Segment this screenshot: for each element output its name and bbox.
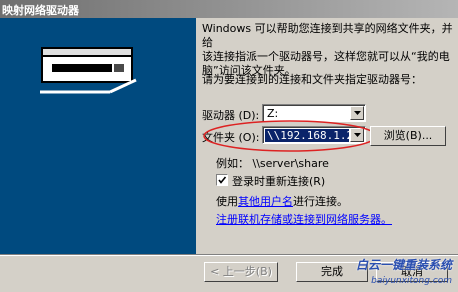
back-button[interactable]: < 上一步(B): [204, 262, 278, 282]
red-highlight-ellipse: [203, 120, 377, 152]
other-user-suffix: 进行连接。: [293, 195, 348, 208]
intro-line-2: 该连接指派一个驱动器号，这样您就可以从“我的电: [202, 50, 450, 63]
instruction-text: 请为要连接到的连接和文件夹指定驱动器号：: [202, 73, 422, 86]
watermark-url: baiyunxitong.com: [371, 276, 452, 286]
network-drive-icon: [40, 47, 137, 94]
title-bar: 映射网络驱动器: [0, 0, 458, 18]
map-network-drive-dialog: 映射网络驱动器 Windows 可以帮助您连接到共享的网络文件夹，并给 该连接指…: [0, 0, 458, 292]
other-user-link[interactable]: 其他用户名: [238, 195, 293, 208]
other-user-prefix: 使用: [216, 195, 238, 208]
window-title: 映射网络驱动器: [2, 4, 79, 17]
intro-description: Windows 可以帮助您连接到共享的网络文件夹，并给 该连接指派一个驱动器号，…: [202, 22, 454, 78]
intro-line-1: Windows 可以帮助您连接到共享的网络文件夹，并给: [202, 22, 453, 49]
watermark-text: 白云一键重装系统: [355, 258, 452, 272]
other-user-row: 使用其他用户名进行连接。: [216, 193, 348, 209]
browse-button[interactable]: 浏览(B)...: [370, 126, 446, 146]
reconnect-label[interactable]: 登录时重新连接(R): [232, 173, 325, 189]
example-text: 例如： \\server\share: [216, 157, 329, 170]
online-storage-link[interactable]: 注册联机存储或连接到网络服务器。: [216, 211, 392, 227]
wizard-side-panel: [0, 18, 196, 254]
checkmark-icon: [218, 176, 227, 184]
reconnect-checkbox[interactable]: [216, 174, 228, 186]
